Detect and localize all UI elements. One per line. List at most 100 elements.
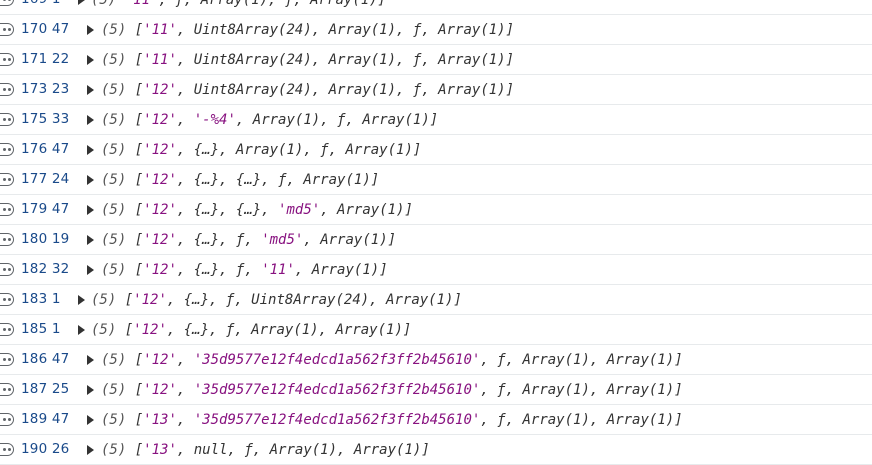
line-number: 179 — [21, 201, 48, 217]
array-preview[interactable]: (5) ['12', '-%4', Array(1), ƒ, Array(1)] — [101, 112, 438, 128]
column-number: 47 — [51, 21, 70, 37]
expand-triangle-icon[interactable] — [78, 295, 85, 305]
array-preview[interactable]: (5) ['12', {…}, ƒ, Array(1), Array(1)] — [91, 322, 411, 338]
array-preview[interactable]: (5) ['12', {…}, {…}, ƒ, Array(1)] — [101, 172, 379, 188]
array-preview[interactable]: (5) ['12', {…}, ƒ, 'md5', Array(1)] — [101, 232, 396, 248]
source-location[interactable]: 175 33 — [21, 111, 69, 127]
message-group-icon[interactable] — [0, 83, 14, 96]
expand-triangle-icon[interactable] — [87, 175, 94, 185]
source-location[interactable]: 189 47 — [21, 411, 69, 427]
message-group-icon[interactable] — [0, 443, 14, 456]
source-location[interactable]: 179 47 — [21, 201, 69, 217]
string-value: '13' — [143, 412, 177, 428]
source-location[interactable]: 169 1 — [21, 0, 61, 7]
message-group-icon[interactable] — [0, 293, 14, 306]
array-preview[interactable]: (5) ['13', '35d9577e12f4edcd1a562f3ff2b4… — [101, 412, 683, 428]
message-group-icon[interactable] — [0, 173, 14, 186]
expand-triangle-icon[interactable] — [87, 265, 94, 275]
array-preview[interactable]: (5) ['12', '35d9577e12f4edcd1a562f3ff2b4… — [101, 352, 683, 368]
source-location[interactable]: 171 22 — [21, 51, 69, 67]
message-group-icon[interactable] — [0, 23, 14, 36]
message-group-icon[interactable] — [0, 233, 14, 246]
console-row[interactable]: 180 19 (5) ['12', {…}, ƒ, 'md5', Array(1)… — [0, 225, 872, 255]
source-location[interactable]: 176 47 — [21, 141, 69, 157]
expand-triangle-icon[interactable] — [87, 205, 94, 215]
array-preview[interactable]: (5) '11', ƒ, Array(1), ƒ, Array(1)] — [91, 0, 386, 8]
message-group-icon[interactable] — [0, 263, 14, 276]
console-row[interactable]: 171 22 (5) ['11', Uint8Array(24), Array(1… — [0, 45, 872, 75]
console-row[interactable]: 176 47 (5) ['12', {…}, Array(1), ƒ, Array… — [0, 135, 872, 165]
expand-triangle-icon[interactable] — [87, 235, 94, 245]
array-preview[interactable]: (5) ['12', '35d9577e12f4edcd1a562f3ff2b4… — [101, 382, 683, 398]
array-preview[interactable]: (5) ['12', {…}, Array(1), ƒ, Array(1)] — [101, 142, 421, 158]
console-row[interactable]: 183 1 (5) ['12', {…}, ƒ, Uint8Array(24), … — [0, 285, 872, 315]
message-group-icon[interactable] — [0, 353, 14, 366]
expand-triangle-icon[interactable] — [87, 25, 94, 35]
expand-triangle-icon[interactable] — [78, 325, 85, 335]
message-group-icon[interactable] — [0, 413, 14, 426]
array-preview[interactable]: (5) ['13', null, ƒ, Array(1), Array(1)] — [101, 442, 430, 458]
preview-text: , {…}, ƒ, — [176, 232, 262, 248]
message-group-icon[interactable] — [0, 113, 14, 126]
expand-triangle-icon[interactable] — [87, 55, 94, 65]
console-row[interactable]: 185 1 (5) ['12', {…}, ƒ, Array(1), Array(… — [0, 315, 872, 345]
preview-text: [ — [134, 142, 144, 158]
console-row[interactable]: 173 23 (5) ['12', Uint8Array(24), Array(1… — [0, 75, 872, 105]
string-value: '35d9577e12f4edcd1a562f3ff2b45610' — [193, 352, 481, 368]
source-location[interactable]: 190 26 — [21, 441, 69, 457]
source-location[interactable]: 173 23 — [21, 81, 69, 97]
array-preview[interactable]: (5) ['12', {…}, {…}, 'md5', Array(1)] — [101, 202, 413, 218]
array-preview[interactable]: (5) ['12', {…}, ƒ, '11', Array(1)] — [101, 262, 388, 278]
message-group-icon[interactable] — [0, 203, 14, 216]
line-number: 182 — [21, 261, 48, 277]
source-location[interactable]: 185 1 — [21, 321, 61, 337]
source-location[interactable]: 177 24 — [21, 171, 69, 187]
message-group-icon[interactable] — [0, 143, 14, 156]
console-row[interactable]: 169 1 (5) '11', ƒ, Array(1), ƒ, Array(1)] — [0, 0, 872, 15]
source-location[interactable]: 186 47 — [21, 351, 69, 367]
message-group-icon[interactable] — [0, 0, 14, 6]
preview-text: [ — [124, 292, 134, 308]
string-value: '12' — [143, 142, 177, 158]
console-row[interactable]: 187 25 (5) ['12', '35d9577e12f4edcd1a562f… — [0, 375, 872, 405]
expand-triangle-icon[interactable] — [87, 385, 94, 395]
expand-triangle-icon[interactable] — [87, 145, 94, 155]
console-row[interactable]: 175 33 (5) ['12', '-%4', Array(1), ƒ, Arr… — [0, 105, 872, 135]
console-row[interactable]: 170 47 (5) ['11', Uint8Array(24), Array(1… — [0, 15, 872, 45]
console-row[interactable]: 182 32 (5) ['12', {…}, ƒ, '11', Array(1)] — [0, 255, 872, 285]
preview-text: [ — [134, 22, 144, 38]
column-number: 32 — [51, 261, 70, 277]
array-length: (5) — [101, 52, 127, 68]
console-row[interactable]: 179 47 (5) ['12', {…}, {…}, 'md5', Array(… — [0, 195, 872, 225]
source-location[interactable]: 180 19 — [21, 231, 69, 247]
preview-text: , Array(1), ƒ, Array(1)] — [235, 112, 439, 128]
console-row[interactable]: 190 26 (5) ['13', null, ƒ, Array(1), Arra… — [0, 435, 872, 465]
preview-text: , {…}, ƒ, Array(1), Array(1)] — [166, 322, 412, 338]
array-preview[interactable]: (5) ['11', Uint8Array(24), Array(1), ƒ, … — [101, 52, 514, 68]
console-row[interactable]: 177 24 (5) ['12', {…}, {…}, ƒ, Array(1)] — [0, 165, 872, 195]
message-group-icon[interactable] — [0, 383, 14, 396]
array-preview[interactable]: (5) ['12', {…}, ƒ, Uint8Array(24), Array… — [91, 292, 462, 308]
expand-triangle-icon[interactable] — [87, 355, 94, 365]
source-location[interactable]: 170 47 — [21, 21, 69, 37]
expand-triangle-icon[interactable] — [87, 415, 94, 425]
array-preview[interactable]: (5) ['11', Uint8Array(24), Array(1), ƒ, … — [101, 22, 514, 38]
expand-triangle-icon[interactable] — [87, 445, 94, 455]
source-location[interactable]: 183 1 — [21, 291, 61, 307]
message-group-icon[interactable] — [0, 53, 14, 66]
source-location[interactable]: 187 25 — [21, 381, 69, 397]
console-row[interactable]: 186 47 (5) ['12', '35d9577e12f4edcd1a562f… — [0, 345, 872, 375]
string-value: '12' — [143, 112, 177, 128]
source-location[interactable]: 182 32 — [21, 261, 69, 277]
console-row[interactable]: 189 47 (5) ['13', '35d9577e12f4edcd1a562f… — [0, 405, 872, 435]
line-number: 185 — [21, 321, 48, 337]
expand-triangle-icon[interactable] — [87, 85, 94, 95]
message-group-icon[interactable] — [0, 323, 14, 336]
expand-triangle-icon[interactable] — [78, 0, 85, 5]
preview-text: , — [176, 382, 194, 398]
array-length: (5) — [91, 0, 117, 8]
preview-text: , Array(1)] — [320, 202, 413, 218]
array-preview[interactable]: (5) ['12', Uint8Array(24), Array(1), ƒ, … — [101, 82, 514, 98]
line-number: 176 — [21, 141, 48, 157]
expand-triangle-icon[interactable] — [87, 115, 94, 125]
